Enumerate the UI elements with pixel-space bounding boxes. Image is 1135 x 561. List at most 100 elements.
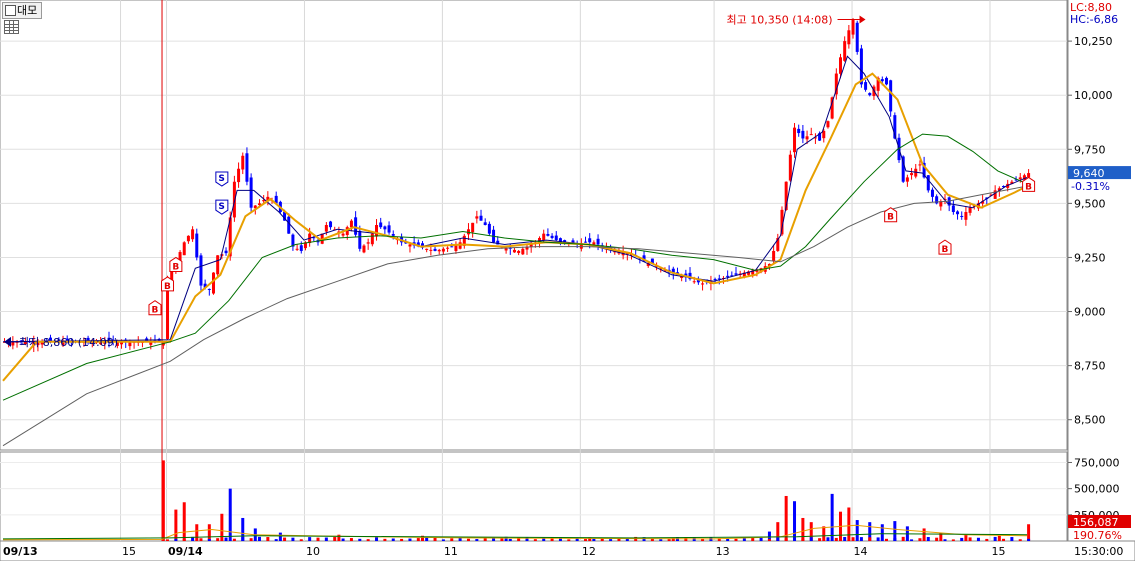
volume-bar xyxy=(450,538,454,541)
signal-label: S xyxy=(218,174,224,184)
volume-bar xyxy=(224,537,228,541)
time-axis-label: 15 xyxy=(991,545,1005,558)
volume-bar xyxy=(734,538,738,541)
candle-body xyxy=(905,177,909,182)
time-axis-label: 10 xyxy=(306,545,320,558)
moving-average-line xyxy=(2,185,1028,447)
candle-body xyxy=(826,121,830,128)
volume-bar xyxy=(843,536,847,541)
candle-body xyxy=(479,215,483,221)
volume-bar xyxy=(416,538,420,541)
volume-bar xyxy=(922,528,926,541)
candle-body xyxy=(512,249,516,253)
volume-bar xyxy=(826,537,830,541)
volume-bar xyxy=(776,537,780,541)
volume-bar xyxy=(851,537,855,541)
candle-body xyxy=(713,278,717,281)
candle-body xyxy=(366,242,370,244)
buy-signal-marker: B xyxy=(148,300,162,316)
candle-body xyxy=(797,128,801,134)
volume-bar xyxy=(1018,539,1022,541)
volume-bar xyxy=(868,537,872,541)
volume-bar xyxy=(759,537,763,541)
candle-body xyxy=(379,222,383,228)
buy-signal-marker: B xyxy=(169,256,183,272)
time-axis-label: 11 xyxy=(444,545,458,558)
volume-bar xyxy=(333,537,337,541)
candle-body xyxy=(772,250,776,261)
volume-bar xyxy=(667,539,671,541)
signal-label: B xyxy=(151,306,158,316)
candle-body xyxy=(809,134,813,136)
candle-body xyxy=(805,136,809,140)
volume-bar xyxy=(784,538,788,541)
candle-body xyxy=(542,233,546,241)
price-tick-label: 9,750 xyxy=(1074,143,1106,156)
volume-bar xyxy=(830,493,834,541)
time-axis-label: 14 xyxy=(854,545,868,558)
volume-bar xyxy=(993,536,997,541)
sell-signal-marker: S xyxy=(215,199,229,215)
volume-bar xyxy=(216,538,220,541)
volume-bar xyxy=(976,537,980,541)
volume-bar xyxy=(207,524,211,541)
price-tick-label: 9,000 xyxy=(1074,306,1106,319)
candle-body xyxy=(487,223,491,234)
stock-chart[interactable]: 10,250 10,000 9,750 9,500 9,250 9,000 8,750 8,5… xyxy=(0,0,1135,561)
volume-bar xyxy=(308,537,312,541)
volume-bar xyxy=(207,538,211,541)
signal-label: B xyxy=(1025,182,1032,192)
candle-body xyxy=(839,57,842,74)
volume-bar xyxy=(383,538,387,541)
candle-body xyxy=(216,255,220,275)
candle-body xyxy=(793,127,797,153)
candle-body xyxy=(191,229,195,240)
volume-bar xyxy=(893,521,897,541)
candle-body xyxy=(726,275,730,277)
candle-body xyxy=(433,248,437,251)
volume-bar xyxy=(834,537,838,541)
volume-bar xyxy=(784,495,788,541)
candle-body xyxy=(471,222,475,233)
volume-bar xyxy=(855,520,859,541)
buy-signal-marker: B xyxy=(938,239,952,255)
candle-body xyxy=(224,250,228,254)
low-annotation: 최저 8,860 (14:09) xyxy=(19,336,118,349)
volume-bar xyxy=(166,539,170,541)
candle-body xyxy=(855,22,859,52)
volume-bar xyxy=(241,536,245,541)
candle-body xyxy=(241,155,245,170)
candle-body xyxy=(370,233,374,245)
price-tick-label: 9,500 xyxy=(1074,197,1106,210)
high-arrow-head xyxy=(859,15,866,24)
candle-body xyxy=(951,205,955,213)
sell-signal-marker: S xyxy=(215,171,229,187)
signal-label: B xyxy=(887,213,894,223)
volume-bar xyxy=(935,537,939,541)
volume-bar xyxy=(801,517,805,541)
volume-bar xyxy=(408,538,412,541)
moving-average-line xyxy=(2,72,1028,382)
candle-body xyxy=(864,82,868,90)
candle-body xyxy=(868,93,872,96)
candle-body xyxy=(517,250,521,253)
candle-body xyxy=(930,189,934,197)
candle-body xyxy=(734,273,738,275)
candle-body xyxy=(408,244,412,247)
candle-body xyxy=(383,226,387,230)
current-ratio-label: 190.76% xyxy=(1073,529,1122,542)
candle-body xyxy=(450,246,454,248)
volume-bar xyxy=(918,538,922,541)
volume-bar xyxy=(847,507,851,541)
candle-body xyxy=(362,245,366,253)
candle-body xyxy=(910,173,914,176)
buy-signal-marker: B xyxy=(1022,176,1036,192)
candle-body xyxy=(375,225,379,237)
candle-body xyxy=(349,220,353,228)
volume-bar xyxy=(592,538,596,541)
candle-body xyxy=(926,175,930,191)
candle-body xyxy=(483,222,487,225)
volume-bar xyxy=(801,538,805,541)
candle-body xyxy=(329,221,333,228)
volume-bar xyxy=(609,539,613,541)
